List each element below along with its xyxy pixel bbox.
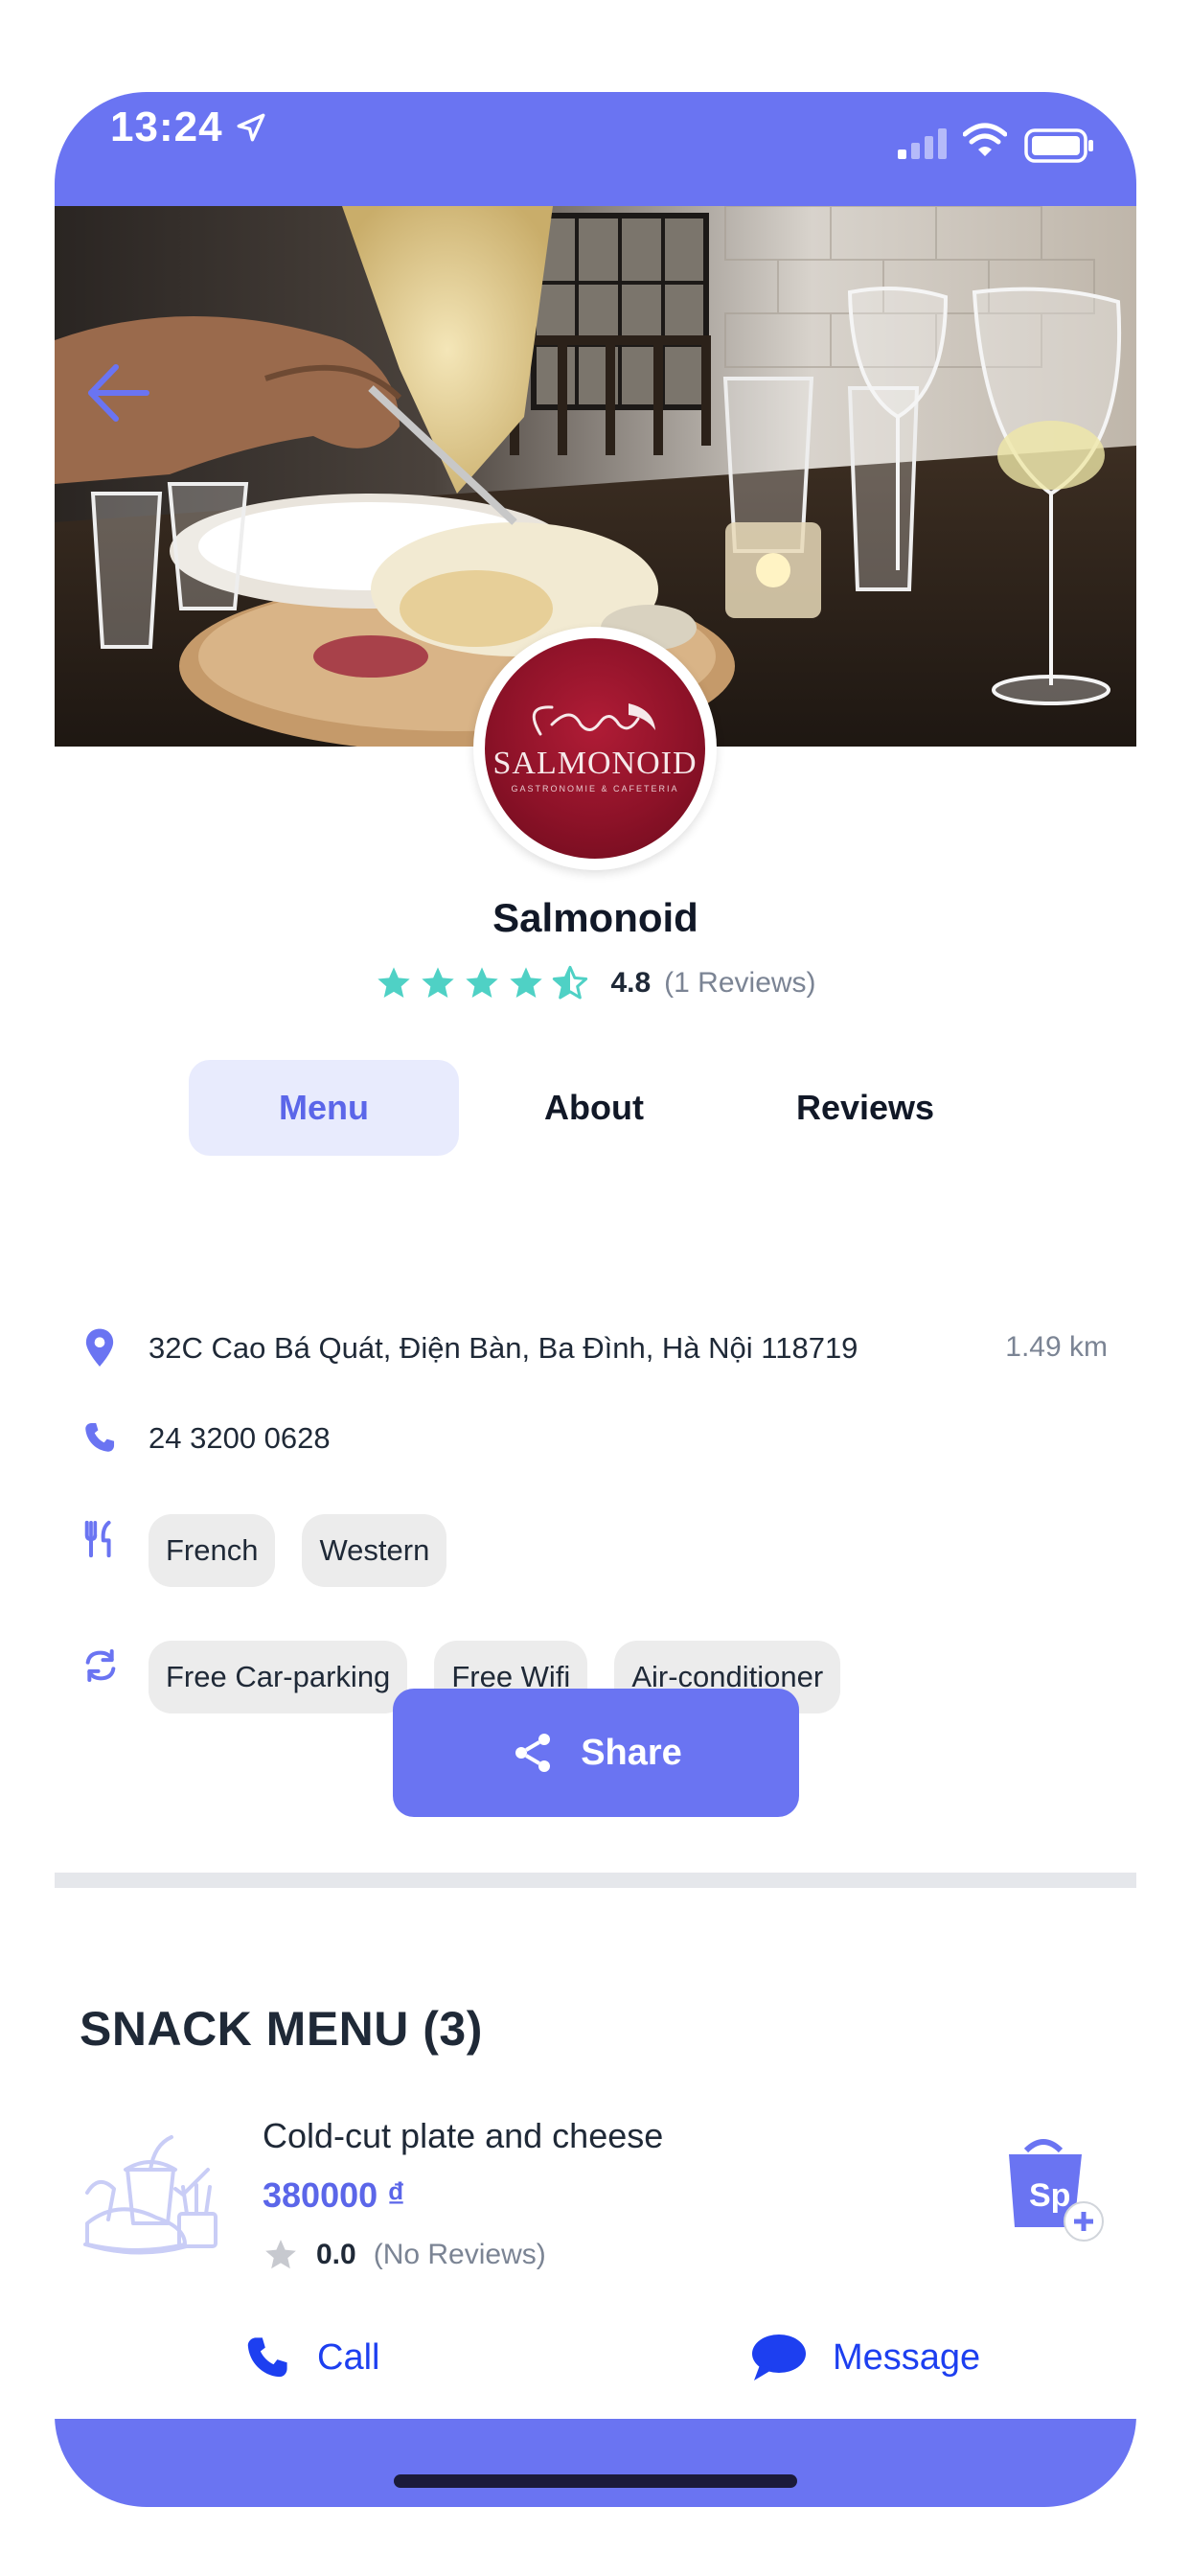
menu-section-title: SNACK MENU (3) <box>80 2002 483 2056</box>
location-arrow-icon <box>237 113 265 142</box>
phone-number[interactable]: 24 3200 0628 <box>149 1421 331 1456</box>
share-icon <box>515 1734 551 1772</box>
cutlery-icon <box>84 1520 111 1558</box>
amenities-refresh-icon <box>85 1649 116 1682</box>
menu-item-price: 380000 ₫ <box>263 2175 405 2215</box>
phone-icon <box>85 1422 115 1452</box>
share-button[interactable]: Share <box>393 1689 799 1817</box>
rating-value: 4.8 <box>610 967 652 999</box>
call-button[interactable]: Call <box>242 2333 379 2382</box>
star-icon <box>466 967 499 998</box>
distance-text: 1.49 km <box>1005 1331 1108 1363</box>
signal-icon <box>898 128 947 159</box>
half-star-icon <box>553 965 588 1000</box>
chat-bubble-icon <box>752 2334 806 2380</box>
cuisine-chips: French Western <box>149 1514 447 1587</box>
cuisine-chip: Western <box>302 1514 447 1587</box>
location-pin-icon <box>85 1328 114 1367</box>
tab-menu[interactable]: Menu <box>189 1060 459 1156</box>
phone-frame: 13:24 SALMONOID GASTRONOMIE & CAFETERIA … <box>55 92 1136 2507</box>
svg-text:Sp: Sp <box>1029 2177 1070 2214</box>
cuisine-chip: French <box>149 1514 276 1587</box>
amenity-chip: Free Car-parking <box>149 1641 408 1714</box>
star-icon <box>378 967 411 998</box>
menu-item-rating-value: 0.0 <box>316 2239 356 2270</box>
restaurant-name: Salmonoid <box>492 895 698 940</box>
back-arrow-icon[interactable] <box>83 361 150 425</box>
menu-item-rating: 0.0 (No Reviews) <box>263 2237 546 2273</box>
section-divider <box>55 1873 1136 1888</box>
address-text: 32C Cao Bá Quát, Điện Bàn, Ba Đình, Hà N… <box>149 1331 858 1365</box>
message-button[interactable]: Message <box>750 2333 980 2382</box>
call-label: Call <box>317 2336 380 2378</box>
menu-item-name: Cold-cut plate and cheese <box>263 2116 664 2155</box>
add-to-cart-icon[interactable]: Sp <box>997 2131 1114 2248</box>
phone-icon <box>247 2337 287 2378</box>
status-time: 13:24 <box>110 104 223 150</box>
food-placeholder-icon <box>83 2135 217 2255</box>
logo-script-mark <box>532 703 655 736</box>
wifi-icon <box>963 123 1007 156</box>
star-icon <box>422 967 455 998</box>
tab-bar: Menu About Reviews <box>55 1060 1136 1156</box>
rating-stars <box>375 964 589 1002</box>
rating-row: 4.8 (1 Reviews) <box>55 964 1136 1002</box>
share-label: Share <box>581 1732 682 1773</box>
message-label: Message <box>833 2336 981 2378</box>
star-outline-icon <box>265 2240 296 2269</box>
tab-reviews[interactable]: Reviews <box>730 1060 1000 1156</box>
bottom-bar <box>55 2419 1136 2507</box>
menu-item-rating-count: (No Reviews) <box>373 2239 546 2270</box>
home-indicator[interactable] <box>394 2474 797 2488</box>
logo-name: SALMONOID <box>492 746 698 781</box>
star-icon <box>510 967 543 998</box>
restaurant-logo: SALMONOID GASTRONOMIE & CAFETERIA <box>473 627 717 870</box>
battery-icon <box>1024 128 1093 163</box>
logo-badge: SALMONOID GASTRONOMIE & CAFETERIA <box>485 638 705 859</box>
status-bar: 13:24 <box>55 92 1136 206</box>
logo-subtitle: GASTRONOMIE & CAFETERIA <box>511 784 679 794</box>
menu-item[interactable]: Cold-cut plate and cheese 380000 ₫ 0.0 (… <box>55 2112 1136 2285</box>
rating-count: (1 Reviews) <box>664 967 816 999</box>
tab-about[interactable]: About <box>459 1060 729 1156</box>
